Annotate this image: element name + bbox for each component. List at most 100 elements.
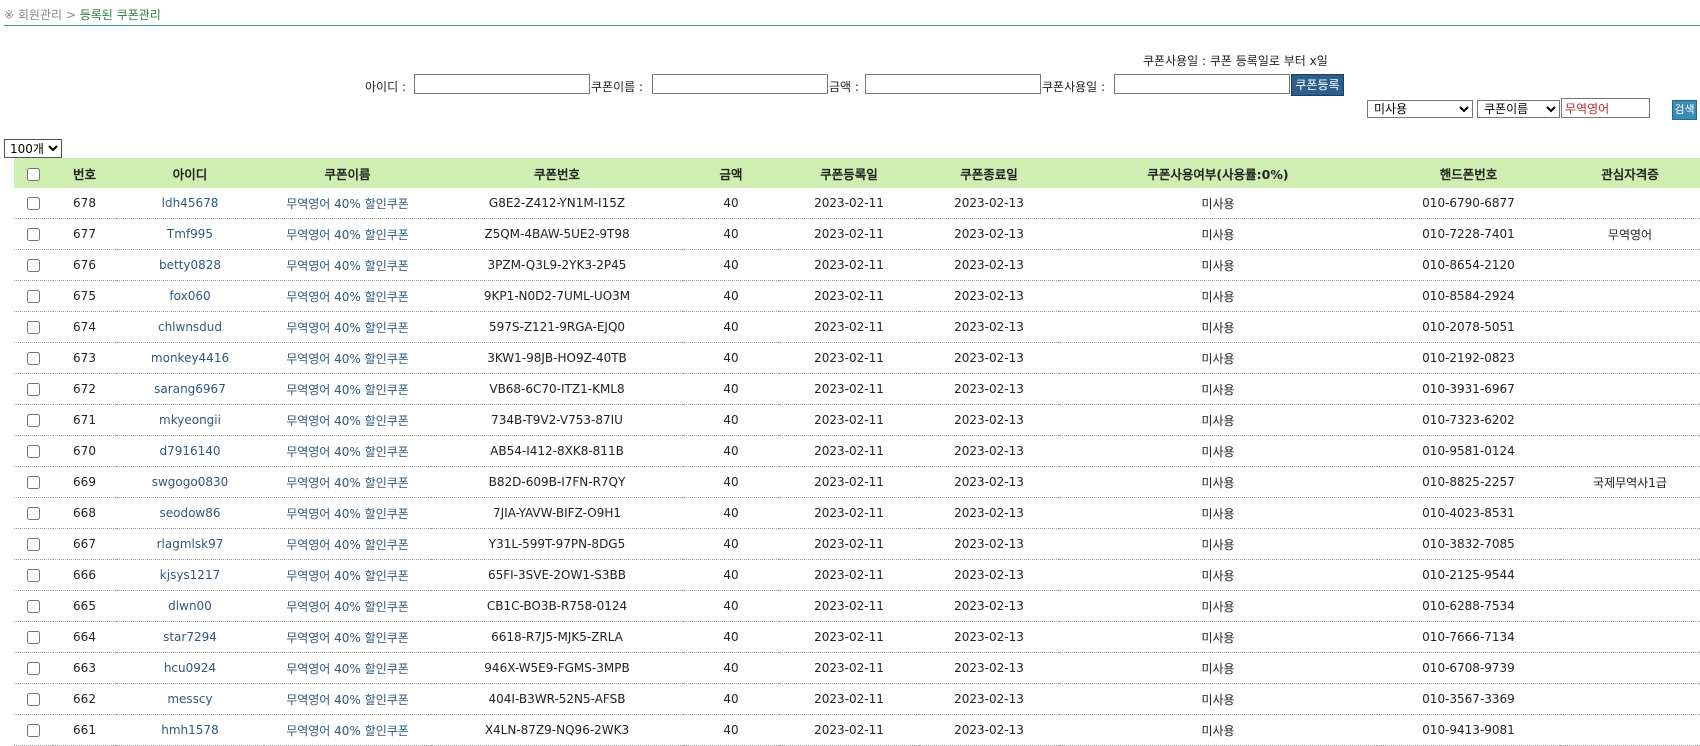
row-coupon-name[interactable]: 무역영어 40% 할인쿠폰 <box>264 528 431 560</box>
row-usage-status: 미사용 <box>1059 683 1377 715</box>
row-coupon-name[interactable]: 무역영어 40% 할인쿠폰 <box>264 249 431 281</box>
row-checkbox[interactable] <box>27 197 40 210</box>
row-checkbox[interactable] <box>27 507 40 520</box>
row-user-id[interactable]: hcu0924 <box>116 652 264 684</box>
row-user-id[interactable]: chlwnsdud <box>116 311 264 343</box>
select-all-checkbox[interactable] <box>27 167 40 181</box>
row-select-cell <box>14 218 53 250</box>
row-coupon-code: CB1C-BO3B-R758-0124 <box>431 590 683 622</box>
row-user-id[interactable]: sarang6967 <box>116 373 264 405</box>
id-label: 아이디 : <box>365 80 406 94</box>
row-user-id[interactable]: swgogo0830 <box>116 466 264 498</box>
row-user-id[interactable]: hmh1578 <box>116 714 264 746</box>
row-no: 666 <box>53 559 116 591</box>
usage-days-input[interactable] <box>1114 74 1290 94</box>
row-checkbox[interactable] <box>27 228 40 241</box>
row-user-id[interactable]: kjsys1217 <box>116 559 264 591</box>
row-phone: 010-2125-9544 <box>1377 559 1560 591</box>
row-checkbox[interactable] <box>27 600 40 613</box>
per-page-select[interactable]: 100개 <box>4 139 62 158</box>
row-coupon-code: 404I-B3WR-52N5-AFSB <box>431 683 683 715</box>
row-coupon-name[interactable]: 무역영어 40% 할인쿠폰 <box>264 280 431 312</box>
row-coupon-name[interactable]: 무역영어 40% 할인쿠폰 <box>264 497 431 529</box>
row-coupon-name[interactable]: 무역영어 40% 할인쿠폰 <box>264 435 431 467</box>
row-select-cell <box>14 528 53 560</box>
row-checkbox[interactable] <box>27 259 40 272</box>
row-reg-date: 2023-02-11 <box>779 188 919 219</box>
row-no: 674 <box>53 311 116 343</box>
search-keyword-input[interactable] <box>1561 98 1650 118</box>
row-user-id[interactable]: d7916140 <box>116 435 264 467</box>
row-coupon-name[interactable]: 무역영어 40% 할인쿠폰 <box>264 342 431 374</box>
row-no: 670 <box>53 435 116 467</box>
row-amount: 40 <box>683 466 779 498</box>
row-user-id[interactable]: Tmf995 <box>116 218 264 250</box>
row-coupon-name[interactable]: 무역영어 40% 할인쿠폰 <box>264 466 431 498</box>
row-coupon-code: 734B-T9V2-V753-87IU <box>431 404 683 436</box>
row-checkbox[interactable] <box>27 631 40 644</box>
row-interest: 무역영어 <box>1560 218 1700 250</box>
row-coupon-name[interactable]: 무역영어 40% 할인쿠폰 <box>264 188 431 219</box>
row-coupon-code: Z5QM-4BAW-5UE2-9T98 <box>431 218 683 250</box>
row-checkbox[interactable] <box>27 414 40 427</box>
row-user-id[interactable]: dlwn00 <box>116 590 264 622</box>
row-user-id[interactable]: betty0828 <box>116 249 264 281</box>
row-coupon-code: 6618-R7J5-MJK5-ZRLA <box>431 621 683 653</box>
row-amount: 40 <box>683 218 779 250</box>
row-amount: 40 <box>683 373 779 405</box>
row-user-id[interactable]: messcy <box>116 683 264 715</box>
row-end-date: 2023-02-13 <box>919 683 1059 715</box>
row-coupon-name[interactable]: 무역영어 40% 할인쿠폰 <box>264 373 431 405</box>
search-field-select[interactable]: 쿠폰이름 <box>1477 100 1560 118</box>
row-checkbox[interactable] <box>27 662 40 675</box>
row-coupon-name[interactable]: 무역영어 40% 할인쿠폰 <box>264 652 431 684</box>
row-coupon-name[interactable]: 무역영어 40% 할인쿠폰 <box>264 621 431 653</box>
breadcrumb-current: 등록된 쿠폰관리 <box>79 8 161 22</box>
row-user-id[interactable]: seodow86 <box>116 497 264 529</box>
row-checkbox[interactable] <box>27 724 40 737</box>
status-select[interactable]: 미사용 <box>1367 100 1473 118</box>
row-checkbox[interactable] <box>27 538 40 551</box>
table-row: 665 dlwn00 무역영어 40% 할인쿠폰 CB1C-BO3B-R758-012… <box>14 590 1700 622</box>
row-coupon-name[interactable]: 무역영어 40% 할인쿠폰 <box>264 559 431 591</box>
row-user-id[interactable]: fox060 <box>116 280 264 312</box>
row-user-id[interactable]: rlagmlsk97 <box>116 528 264 560</box>
row-no: 669 <box>53 466 116 498</box>
row-user-id[interactable]: monkey4416 <box>116 342 264 374</box>
row-coupon-name[interactable]: 무역영어 40% 할인쿠폰 <box>264 404 431 436</box>
search-button[interactable]: 검색 <box>1672 100 1697 120</box>
row-coupon-name[interactable]: 무역영어 40% 할인쿠폰 <box>264 714 431 746</box>
row-amount: 40 <box>683 683 779 715</box>
amount-input[interactable] <box>865 74 1041 94</box>
row-select-cell <box>14 559 53 591</box>
coupon-register-button[interactable]: 쿠폰등록 <box>1291 74 1344 96</box>
row-coupon-code: 597S-Z121-9RGA-EJQ0 <box>431 311 683 343</box>
col-usage: 쿠폰사용여부(사용률:0%) <box>1059 158 1377 188</box>
row-coupon-code: VB68-6C70-ITZ1-KML8 <box>431 373 683 405</box>
row-checkbox[interactable] <box>27 383 40 396</box>
row-coupon-name[interactable]: 무역영어 40% 할인쿠폰 <box>264 311 431 343</box>
row-coupon-name[interactable]: 무역영어 40% 할인쿠폰 <box>264 590 431 622</box>
row-checkbox[interactable] <box>27 352 40 365</box>
row-usage-status: 미사용 <box>1059 311 1377 343</box>
row-user-id[interactable]: ldh45678 <box>116 188 264 219</box>
row-user-id[interactable]: mkyeongii <box>116 404 264 436</box>
row-checkbox[interactable] <box>27 445 40 458</box>
row-coupon-name[interactable]: 무역영어 40% 할인쿠폰 <box>264 683 431 715</box>
row-coupon-code: 946X-W5E9-FGMS-3MPB <box>431 652 683 684</box>
row-user-id[interactable]: star7294 <box>116 621 264 653</box>
row-coupon-code: AB54-I412-8XK8-811B <box>431 435 683 467</box>
row-coupon-code: G8E2-Z412-YN1M-I15Z <box>431 188 683 219</box>
row-checkbox[interactable] <box>27 693 40 706</box>
table-row: 667 rlagmlsk97 무역영어 40% 할인쿠폰 Y31L-599T-97PN… <box>14 528 1700 560</box>
coupon-name-input[interactable] <box>652 74 828 94</box>
row-end-date: 2023-02-13 <box>919 652 1059 684</box>
id-input[interactable] <box>414 74 590 94</box>
row-checkbox[interactable] <box>27 569 40 582</box>
row-select-cell <box>14 311 53 343</box>
row-checkbox[interactable] <box>27 321 40 334</box>
row-phone: 010-6790-6877 <box>1377 188 1560 219</box>
row-checkbox[interactable] <box>27 290 40 303</box>
row-coupon-name[interactable]: 무역영어 40% 할인쿠폰 <box>264 218 431 250</box>
row-checkbox[interactable] <box>27 476 40 489</box>
